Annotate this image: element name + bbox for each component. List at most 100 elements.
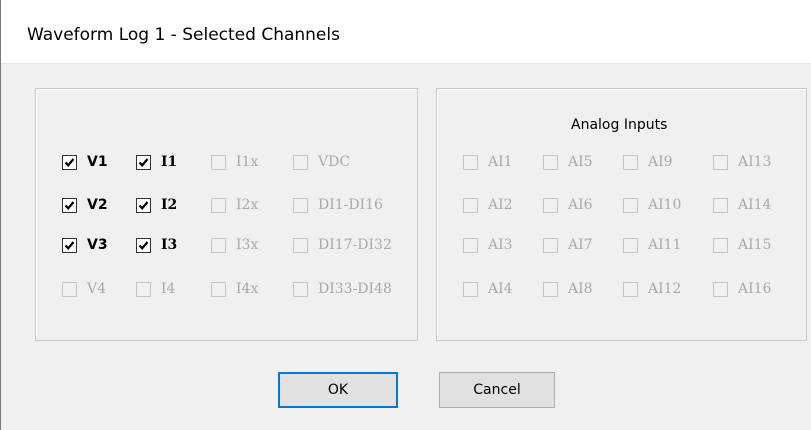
checkbox-label: AI8 <box>568 281 593 297</box>
checkbox-di17-di32: DI17-DI32 <box>293 235 392 255</box>
checkbox-ai9: AI9 <box>623 152 673 172</box>
checkbox-di33-di48: DI33-DI48 <box>293 279 392 299</box>
checkbox-box <box>62 281 77 297</box>
checkbox-label: V1 <box>87 154 108 170</box>
checkbox-label: AI15 <box>738 237 772 253</box>
checkbox-label: AI7 <box>568 237 593 253</box>
checkbox-ai2: AI2 <box>463 195 513 215</box>
checkbox-label: I4 <box>161 281 176 297</box>
checkbox-box <box>463 237 478 253</box>
checkbox-di1-di16: DI1-DI16 <box>293 195 383 215</box>
checkbox-box <box>463 197 478 213</box>
checkbox-box <box>543 154 558 170</box>
checkbox-ai16: AI16 <box>713 279 771 299</box>
checkbox-box <box>211 197 226 213</box>
checkbox-label: I2 <box>161 197 178 213</box>
checkbox-label: AI3 <box>488 237 513 253</box>
checkbox-i1x: I1x <box>211 152 258 172</box>
checkbox-v2[interactable]: V2 <box>62 195 108 215</box>
checkmark-icon <box>62 154 77 170</box>
checkbox-ai4: AI4 <box>463 279 513 299</box>
checkbox-i1[interactable]: I1 <box>136 152 177 172</box>
checkbox-box <box>293 154 308 170</box>
checkmark-icon <box>62 197 77 213</box>
checkbox-box <box>543 197 558 213</box>
checkbox-label: DI1-DI16 <box>318 197 383 213</box>
checkbox-label: DI33-DI48 <box>318 281 392 297</box>
checkbox-box <box>293 237 308 253</box>
analog-inputs-caption: Analog Inputs <box>571 117 668 133</box>
checkbox-label: AI13 <box>738 154 772 170</box>
checkbox-label: AI10 <box>648 197 682 213</box>
checkbox-box <box>713 154 728 170</box>
checkbox-ai15: AI15 <box>713 235 771 255</box>
checkbox-ai3: AI3 <box>463 235 513 255</box>
checkbox-box <box>293 197 308 213</box>
checkbox-label: AI2 <box>488 197 513 213</box>
checkbox-label: I3x <box>236 237 259 253</box>
checkbox-box <box>623 154 638 170</box>
checkbox-i3[interactable]: I3 <box>136 235 177 255</box>
checkbox-vdc: VDC <box>293 152 350 172</box>
checkbox-ai1: AI1 <box>463 152 513 172</box>
checkbox-label: I2x <box>236 197 259 213</box>
checkbox-box <box>463 281 478 297</box>
checkbox-ai6: AI6 <box>543 195 593 215</box>
checkbox-ai7: AI7 <box>543 235 593 255</box>
checkbox-v4: V4 <box>62 279 106 299</box>
checkbox-label: V4 <box>87 281 107 297</box>
checkbox-box <box>293 281 308 297</box>
checkbox-box <box>623 237 638 253</box>
checkbox-box <box>713 281 728 297</box>
checkmark-icon <box>136 154 151 170</box>
checkbox-ai12: AI12 <box>623 279 681 299</box>
ok-button[interactable]: OK <box>278 372 398 408</box>
checkbox-box <box>713 197 728 213</box>
checkbox-label: I1 <box>161 154 178 170</box>
checkbox-label: AI1 <box>488 154 513 170</box>
selected-channels-dialog: Waveform Log 1 - Selected Channels Analo… <box>0 0 811 430</box>
checkmark-icon <box>136 197 151 213</box>
checkbox-label: I4x <box>236 281 259 297</box>
checkbox-ai5: AI5 <box>543 152 593 172</box>
checkbox-v3[interactable]: V3 <box>62 235 108 255</box>
checkbox-label: AI14 <box>738 197 772 213</box>
checkbox-box <box>211 154 226 170</box>
checkbox-i3x: I3x <box>211 235 258 255</box>
checkbox-label: AI16 <box>738 281 772 297</box>
checkbox-ai10: AI10 <box>623 195 681 215</box>
checkbox-label: VDC <box>318 154 351 170</box>
checkmark-icon <box>136 237 151 253</box>
checkbox-box <box>713 237 728 253</box>
checkbox-label: AI12 <box>648 281 682 297</box>
checkbox-label: AI4 <box>488 281 513 297</box>
checkbox-label: AI5 <box>568 154 593 170</box>
checkbox-label: DI17-DI32 <box>318 237 392 253</box>
checkbox-ai13: AI13 <box>713 152 771 172</box>
checkmark-icon <box>62 237 77 253</box>
title-bar: Waveform Log 1 - Selected Channels <box>1 0 811 64</box>
checkbox-ai8: AI8 <box>543 279 593 299</box>
checkbox-label: V2 <box>87 197 108 213</box>
checkbox-i2[interactable]: I2 <box>136 195 177 215</box>
checkbox-ai11: AI11 <box>623 235 681 255</box>
checkbox-box <box>136 281 151 297</box>
checkbox-box <box>463 154 478 170</box>
cancel-button[interactable]: Cancel <box>439 372 555 408</box>
checkbox-box <box>211 237 226 253</box>
checkbox-box <box>543 281 558 297</box>
checkbox-label: AI9 <box>648 154 673 170</box>
checkbox-label: V3 <box>87 237 108 253</box>
checkbox-box <box>623 281 638 297</box>
checkbox-box <box>623 197 638 213</box>
checkbox-label: I1x <box>236 154 259 170</box>
checkbox-box <box>211 281 226 297</box>
checkbox-label: AI6 <box>568 197 593 213</box>
checkbox-label: I3 <box>161 237 178 253</box>
checkbox-box <box>543 237 558 253</box>
checkbox-i2x: I2x <box>211 195 258 215</box>
checkbox-v1[interactable]: V1 <box>62 152 108 172</box>
dialog-title: Waveform Log 1 - Selected Channels <box>27 25 340 45</box>
checkbox-i4x: I4x <box>211 279 258 299</box>
checkbox-i4: I4 <box>136 279 175 299</box>
